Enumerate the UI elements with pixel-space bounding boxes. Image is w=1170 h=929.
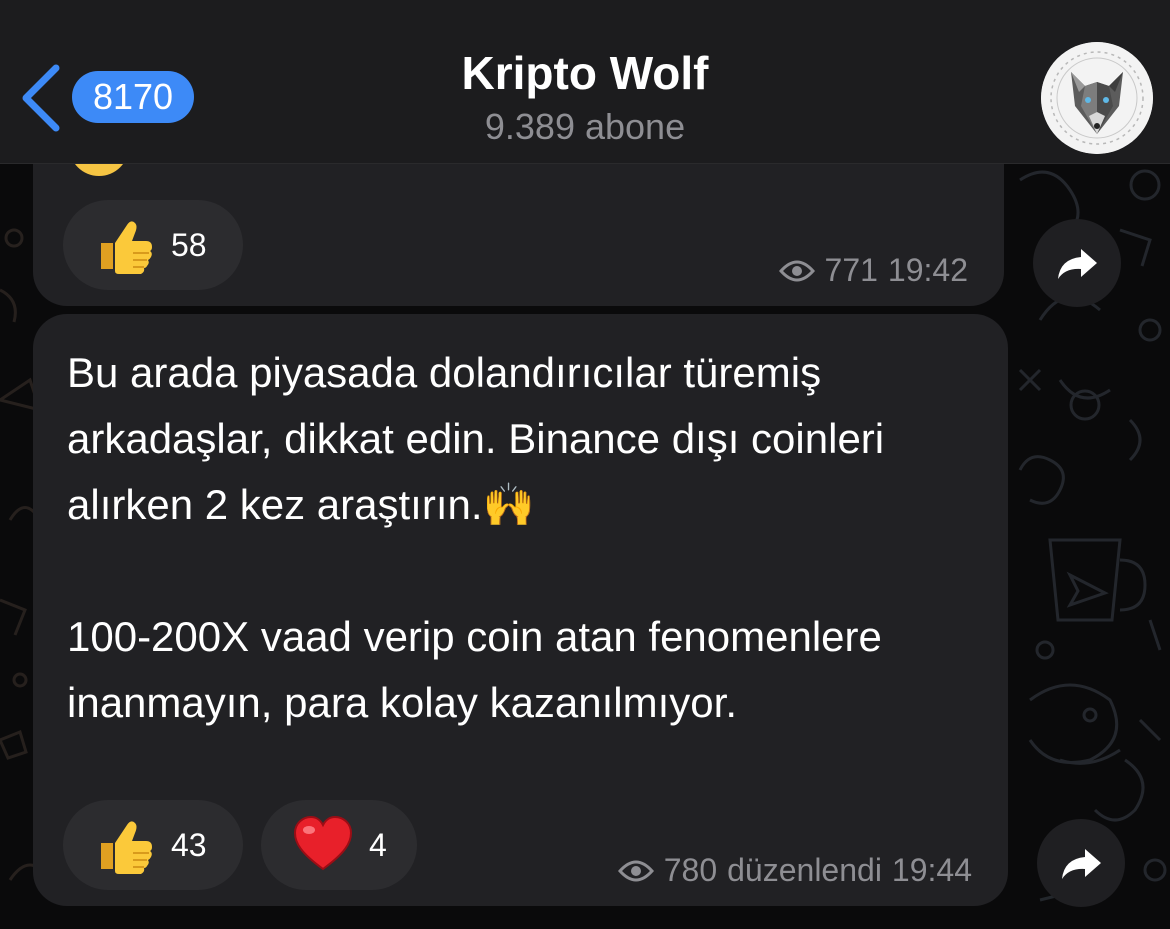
- reaction-count: 43: [171, 826, 207, 863]
- eye-icon: [778, 260, 815, 281]
- message-time: 19:44: [891, 852, 972, 888]
- share-arrow-icon: [1062, 849, 1101, 879]
- message-time: 19:42: [887, 252, 968, 288]
- reaction-thumbs-up[interactable]: 58: [63, 200, 243, 290]
- share-button[interactable]: [1037, 819, 1125, 907]
- message-meta: 771 19:42: [778, 252, 968, 289]
- share-button[interactable]: [1033, 219, 1121, 307]
- thumbs-up-icon: [101, 221, 152, 274]
- message-meta: 780 düzenlendi 19:44: [617, 852, 972, 889]
- subscriber-count: 9.389 abone: [484, 106, 686, 147]
- eye-icon: [617, 860, 654, 881]
- message-text: Bu arada piyasada dolandırıcılar türemiş…: [67, 349, 885, 726]
- wolf-logo-icon: [1041, 42, 1153, 154]
- thumbs-up-icon: [101, 821, 152, 874]
- view-count: 780: [663, 852, 718, 888]
- share-arrow-icon: [1058, 249, 1097, 279]
- message-bubble[interactable]: Bu arada piyasada dolandırıcılar türemiş…: [33, 314, 1008, 906]
- chat-screen: 8170 Kripto Wolf 9.389 abone 58 771 19:4…: [0, 0, 1170, 929]
- reaction-thumbs-up[interactable]: 43: [63, 800, 243, 890]
- red-heart-icon: [293, 815, 353, 871]
- reaction-count: 58: [171, 226, 207, 263]
- reaction-count: 4: [369, 826, 387, 863]
- view-count: 771: [824, 252, 878, 288]
- channel-title[interactable]: Kripto Wolf: [0, 46, 1170, 100]
- channel-avatar[interactable]: [1041, 42, 1153, 154]
- edited-label: düzenlendi: [727, 852, 882, 888]
- chat-header: 8170 Kripto Wolf 9.389 abone: [0, 0, 1170, 164]
- reaction-heart[interactable]: 4: [261, 800, 417, 890]
